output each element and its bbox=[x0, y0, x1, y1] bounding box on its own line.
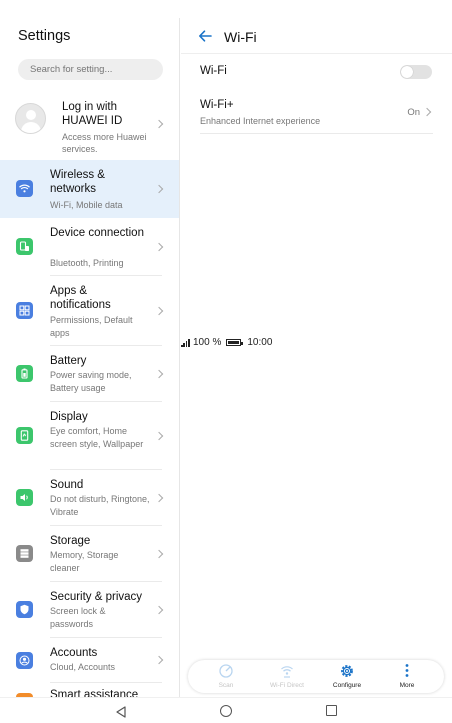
chevron-right-icon bbox=[154, 431, 164, 441]
configure-button[interactable]: Configure bbox=[317, 660, 377, 693]
sidebar-item-title: Device connection bbox=[50, 227, 144, 239]
wifi-icon bbox=[16, 180, 33, 197]
configure-label: Configure bbox=[332, 682, 362, 689]
sidebar-item-title: Sound bbox=[50, 479, 84, 491]
wifiplus-status: On bbox=[407, 107, 420, 118]
more-button[interactable]: More bbox=[377, 660, 437, 693]
battery-icon bbox=[16, 365, 33, 382]
account-subtitle: Access more Huawei services. bbox=[62, 132, 147, 154]
display-icon bbox=[16, 427, 33, 444]
sidebar-item-title: Storage bbox=[50, 535, 91, 547]
sidebar-item-wireless-networks[interactable]: Wireless & networks Wi-Fi, Mobile data bbox=[0, 160, 179, 218]
sidebar-item-title: Smart assistance bbox=[50, 689, 139, 697]
sound-icon bbox=[16, 489, 33, 506]
chevron-right-icon bbox=[154, 306, 164, 316]
account-title: Log in with HUAWEI ID bbox=[62, 101, 123, 127]
sidebar-item-subtitle: Wi-Fi, Mobile data bbox=[50, 200, 123, 210]
more-label: More bbox=[399, 682, 415, 689]
chevron-right-icon bbox=[154, 493, 164, 503]
chevron-right-icon bbox=[422, 107, 432, 117]
wifi-direct-icon bbox=[279, 663, 295, 679]
sidebar-item-apps-notifications[interactable]: Apps & notifications Permissions, Defaul… bbox=[0, 276, 179, 346]
nav-home-icon[interactable] bbox=[220, 705, 232, 717]
status-bar: 100 % 10:00 bbox=[0, 0, 452, 348]
chevron-right-icon bbox=[154, 549, 164, 559]
sidebar-item-subtitle: Permissions, Default apps bbox=[50, 315, 133, 338]
sidebar-item-display[interactable]: Display Eye comfort, Home screen style, … bbox=[0, 402, 179, 470]
wifi-switch[interactable] bbox=[400, 65, 432, 79]
sidebar-item-subtitle: Cloud, Accounts bbox=[50, 662, 116, 672]
sidebar-item-title: Security & privacy bbox=[50, 591, 143, 603]
wifi-header: Wi-Fi bbox=[181, 18, 452, 54]
wifi-label: Wi-Fi bbox=[200, 65, 227, 77]
sidebar-item-title: Accounts bbox=[50, 647, 98, 659]
sidebar-item-subtitle: Do not disturb, Ringtone, Vibrate bbox=[50, 494, 150, 517]
account-icon bbox=[16, 652, 33, 669]
avatar bbox=[15, 103, 46, 134]
settings-title: Settings bbox=[18, 28, 71, 44]
back-arrow-icon[interactable] bbox=[197, 28, 213, 44]
system-navigation-bar bbox=[0, 697, 452, 723]
sidebar-item-smart-assistance[interactable]: Smart assistance bbox=[0, 683, 179, 697]
wifiplus-label: Wi-Fi+ bbox=[200, 99, 234, 111]
chevron-right-icon bbox=[154, 369, 164, 379]
page-title: Wi-Fi bbox=[224, 29, 257, 45]
scan-icon bbox=[218, 663, 234, 679]
sidebar-item-device-connection[interactable]: Device connection Bluetooth, Printing bbox=[0, 218, 179, 276]
huawei-id-login[interactable]: Log in with HUAWEI ID Access more Huawei… bbox=[0, 88, 179, 160]
chevron-right-icon bbox=[154, 184, 164, 194]
sidebar-item-battery[interactable]: Battery Power saving mode, Battery usage bbox=[0, 346, 179, 402]
device-connection-icon bbox=[16, 238, 33, 255]
sidebar-item-security-privacy[interactable]: Security & privacy Screen lock & passwor… bbox=[0, 582, 179, 638]
sidebar-item-title: Wireless & networks bbox=[50, 169, 105, 195]
sidebar-item-subtitle: Eye comfort, Home screen style, Wallpape… bbox=[50, 426, 144, 449]
nav-back-icon[interactable] bbox=[115, 705, 127, 718]
wifiplus-row[interactable]: Wi-Fi+ Enhanced Internet experience On bbox=[181, 92, 452, 134]
sidebar-item-sound[interactable]: Sound Do not disturb, Ringtone, Vibrate bbox=[0, 470, 179, 526]
sidebar-item-accounts[interactable]: Accounts Cloud, Accounts bbox=[0, 638, 179, 683]
scan-button[interactable]: Scan bbox=[196, 660, 256, 693]
bottom-action-bar: Scan Wi-Fi Direct Configure More bbox=[188, 660, 444, 693]
sidebar-item-subtitle: Memory, Storage cleaner bbox=[50, 550, 119, 573]
settings-panel: Settings Log in with HUAWEI ID Access mo… bbox=[0, 18, 180, 697]
search-input[interactable] bbox=[18, 59, 163, 80]
chevron-right-icon bbox=[154, 242, 164, 252]
sidebar-item-subtitle: Power saving mode, Battery usage bbox=[50, 370, 132, 393]
chevron-right-icon bbox=[154, 655, 164, 665]
sidebar-item-subtitle: Bluetooth, Printing bbox=[50, 258, 124, 268]
wifi-toggle-row[interactable]: Wi-Fi bbox=[181, 56, 452, 88]
chevron-right-icon bbox=[154, 605, 164, 615]
nav-recents-icon[interactable] bbox=[326, 705, 337, 716]
sidebar-item-title: Apps & notifications bbox=[50, 285, 111, 311]
wifi-direct-label: Wi-Fi Direct bbox=[270, 682, 304, 689]
sidebar-item-title: Battery bbox=[50, 355, 87, 367]
divider bbox=[200, 133, 433, 134]
wifiplus-subtitle: Enhanced Internet experience bbox=[200, 116, 321, 126]
scan-label: Scan bbox=[218, 682, 234, 689]
wifi-panel: Wi-Fi Wi-Fi Wi-Fi+ Enhanced Internet exp… bbox=[181, 18, 452, 697]
shield-icon bbox=[16, 601, 33, 618]
sidebar-item-subtitle: Screen lock & passwords bbox=[50, 606, 106, 629]
sidebar-item-storage[interactable]: Storage Memory, Storage cleaner bbox=[0, 526, 179, 582]
gear-icon bbox=[339, 663, 355, 679]
storage-icon bbox=[16, 545, 33, 562]
wifi-direct-button[interactable]: Wi-Fi Direct bbox=[257, 660, 317, 693]
sidebar-item-title: Display bbox=[50, 411, 88, 423]
more-icon bbox=[399, 663, 415, 679]
apps-icon bbox=[16, 302, 33, 319]
